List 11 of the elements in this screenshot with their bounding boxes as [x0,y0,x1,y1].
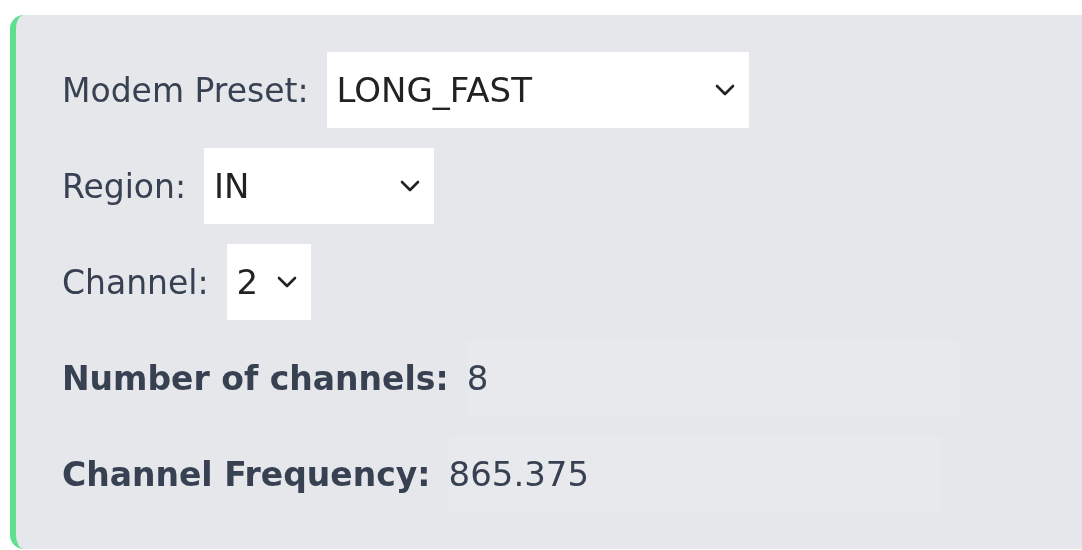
field-label: Region: [62,166,187,206]
field-label: Modem Preset: [62,70,309,110]
select-field[interactable]: 2 [226,244,311,320]
select-field[interactable]: IN [204,148,435,224]
field-label: Number of channels: [62,358,449,398]
chevron-down-icon [400,180,421,192]
chevron-down-icon [714,84,735,96]
field-label: Channel: [62,262,209,302]
chevron-down-icon [276,276,297,288]
field-label: Channel Frequency: [62,454,431,494]
select-field[interactable]: LONG_FAST [326,52,749,128]
